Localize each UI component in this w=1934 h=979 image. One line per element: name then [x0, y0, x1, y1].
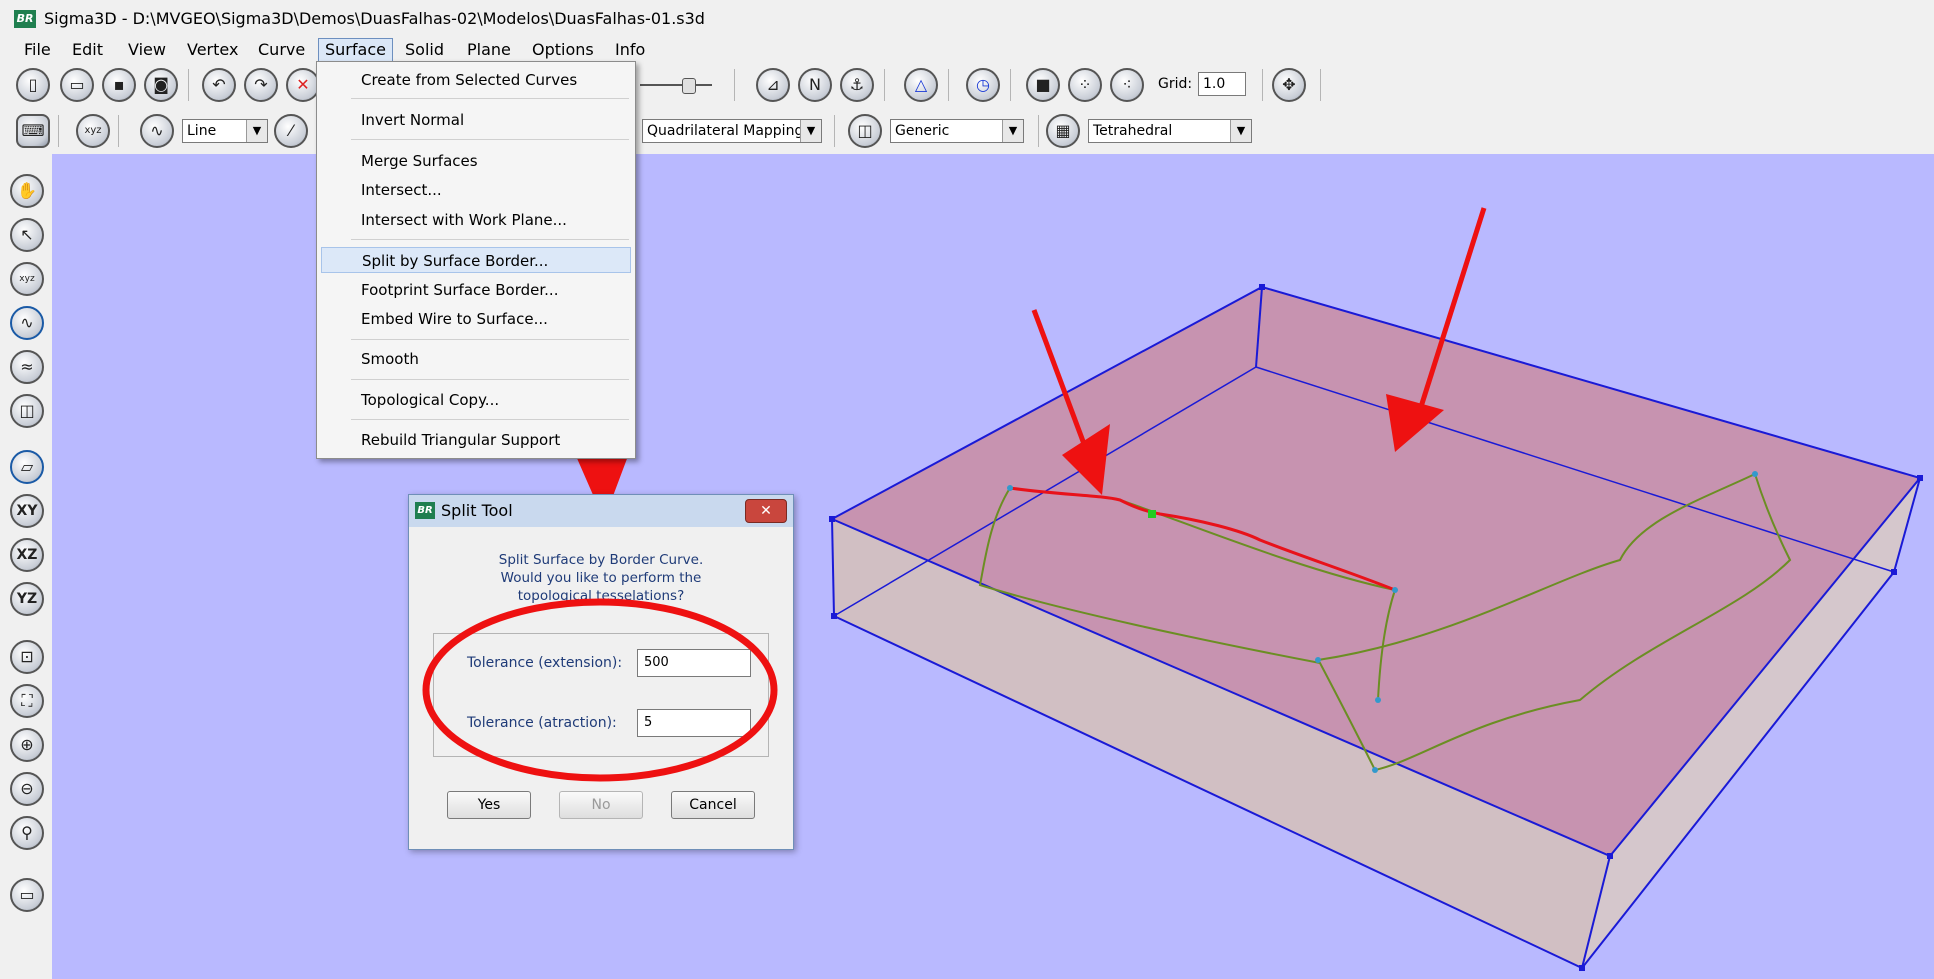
no-button[interactable]: No — [559, 791, 643, 819]
menu-item-intersect[interactable]: Intersect... — [321, 177, 631, 203]
tolerance-attraction-input[interactable]: 5 — [637, 709, 751, 737]
model-box — [829, 284, 1923, 971]
menu-item-split-by-surface-border[interactable]: Split by Surface Border... — [321, 247, 631, 273]
menu-item-topological-copy[interactable]: Topological Copy... — [321, 387, 631, 413]
menu-item-embed-wire[interactable]: Embed Wire to Surface... — [321, 306, 631, 332]
dialog-message-line: topological tesselations? — [517, 588, 685, 604]
dialog-message: Split Surface by Border Curve. Would you… — [409, 551, 793, 605]
split-tool-dialog: BR Split Tool ✕ Split Surface by Border … — [408, 494, 794, 850]
cancel-button[interactable]: Cancel — [671, 791, 755, 819]
menu-item-create-from-curves[interactable]: Create from Selected Curves — [321, 67, 631, 93]
scene-overlay — [576, 207, 1923, 971]
menu-item-rebuild-triangular-support[interactable]: Rebuild Triangular Support — [321, 427, 631, 453]
menu-item-intersect-work-plane[interactable]: Intersect with Work Plane... — [321, 207, 631, 233]
menu-item-invert-normal[interactable]: Invert Normal — [321, 107, 631, 133]
tolerance-extension-label: Tolerance (extension): — [467, 655, 623, 671]
dialog-message-line: Would you like to perform the — [500, 570, 702, 586]
dialog-message-line: Split Surface by Border Curve. — [498, 552, 704, 568]
menu-item-merge-surfaces[interactable]: Merge Surfaces — [321, 148, 631, 174]
surface-menu: Create from Selected Curves Invert Norma… — [316, 61, 636, 459]
close-icon[interactable]: ✕ — [745, 499, 787, 523]
menu-item-smooth[interactable]: Smooth — [321, 346, 631, 372]
tolerance-extension-input[interactable]: 500 — [637, 649, 751, 677]
menu-item-footprint-surface-border[interactable]: Footprint Surface Border... — [321, 277, 631, 303]
yes-button[interactable]: Yes — [447, 791, 531, 819]
dialog-title: Split Tool — [441, 501, 513, 520]
dialog-app-icon: BR — [415, 502, 435, 519]
dialog-title-bar[interactable]: BR Split Tool ✕ — [409, 495, 793, 527]
tolerance-attraction-label: Tolerance (atraction): — [467, 715, 617, 731]
